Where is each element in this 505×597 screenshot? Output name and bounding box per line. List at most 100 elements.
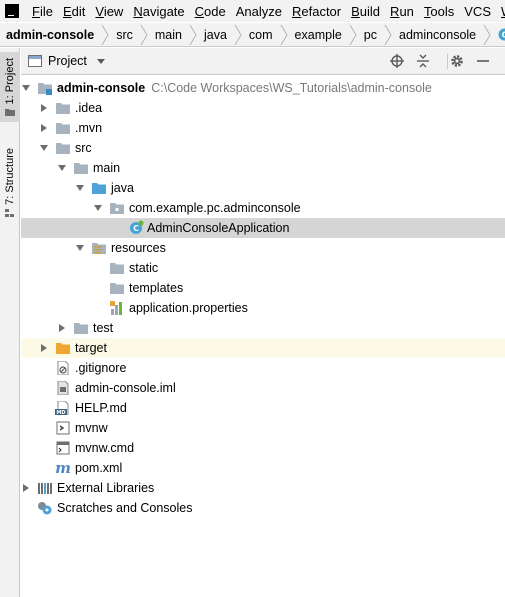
expanded-arrow-icon[interactable] (40, 144, 48, 152)
menu-view[interactable]: View (95, 4, 123, 19)
menu-file[interactable]: File (32, 4, 53, 19)
breadcrumb-item[interactable]: example (295, 23, 342, 46)
menu-refactor[interactable]: Refactor (292, 4, 341, 19)
source-folder-icon (92, 183, 106, 194)
menu-vcs[interactable]: VCS (464, 4, 491, 19)
breadcrumb-item[interactable]: adminconsole (399, 23, 476, 46)
tree-row-mvn[interactable]: .mvn (21, 118, 505, 138)
menu-edit[interactable]: Edit (63, 4, 85, 19)
tree-label: .gitignore (75, 361, 127, 375)
tree-row-scratches[interactable]: Scratches and Consoles (21, 498, 505, 518)
tab-project[interactable]: 1: Project (0, 52, 20, 122)
tree-row-idea[interactable]: .idea (21, 98, 505, 118)
tree-row-mvnw-cmd[interactable]: mvnw.cmd (21, 438, 505, 458)
tree-label: AdminConsoleApplication (147, 221, 290, 235)
folder-icon (56, 143, 70, 154)
breadcrumb-item[interactable]: CAdminCo (498, 23, 505, 46)
tree-label: target (75, 341, 107, 355)
menu-run[interactable]: Run (390, 4, 414, 19)
svg-text:C: C (133, 224, 139, 233)
expanded-arrow-icon[interactable] (76, 184, 84, 192)
breadcrumb-item[interactable]: src (116, 23, 133, 46)
folder-icon (56, 103, 70, 114)
collapsed-arrow-icon[interactable] (40, 104, 48, 112)
expanded-arrow-icon[interactable] (76, 244, 84, 252)
folder-icon (74, 163, 88, 174)
tree-row-pom[interactable]: m pom.xml (21, 458, 505, 478)
menu-code[interactable]: Code (195, 4, 226, 19)
tree-label: admin-console C:\Code Workspaces\WS_Tutor… (57, 81, 432, 95)
tree-row-package[interactable]: com.example.pc.adminconsole (21, 198, 505, 218)
shell-script-icon (56, 421, 70, 435)
tree-row-test[interactable]: test (21, 318, 505, 338)
tree-label: com.example.pc.adminconsole (129, 201, 301, 215)
tree-row-resources[interactable]: resources (21, 238, 505, 258)
library-icon (38, 483, 52, 494)
locate-icon[interactable] (390, 54, 404, 68)
breadcrumb-separator-icon (234, 24, 242, 45)
package-icon (110, 203, 124, 214)
gear-icon[interactable] (450, 54, 464, 68)
folder-icon (110, 283, 124, 294)
menu-wi[interactable]: Wi (501, 4, 505, 19)
tree-row-help[interactable]: MD HELP.md (21, 398, 505, 418)
tree-row-application-properties[interactable]: application.properties (21, 298, 505, 318)
project-view-icon (28, 55, 42, 67)
menu-label-rest: ools (430, 3, 455, 19)
menu-label-rest: avigate (142, 3, 185, 19)
divider (447, 54, 448, 69)
collapsed-arrow-icon[interactable] (40, 344, 48, 352)
tree-row-static[interactable]: static (21, 258, 505, 278)
menu-bar: File Edit View Navigate Code Analyze Refactor B… (0, 0, 505, 22)
collapse-all-icon[interactable] (416, 54, 430, 68)
expanded-arrow-icon[interactable] (94, 204, 102, 212)
menu-build[interactable]: Build (351, 4, 380, 19)
project-panel-header: Project (21, 48, 505, 75)
tree-label: Scratches and Consoles (57, 501, 193, 515)
tree-row-mvnw[interactable]: mvnw (21, 418, 505, 438)
intellij-logo-icon (5, 4, 19, 18)
tree-row-external-libraries[interactable]: External Libraries (21, 478, 505, 498)
breadcrumb-label: adminconsole (399, 27, 477, 42)
panel-title[interactable]: Project (48, 54, 87, 68)
breadcrumb: admin-console src main java com example pc admi… (0, 23, 505, 47)
menu-mnemonic: N (133, 3, 143, 19)
breadcrumb-item[interactable]: java (204, 23, 227, 46)
tree-row-gitignore[interactable]: .gitignore (21, 358, 505, 378)
tree-row-src[interactable]: src (21, 138, 505, 158)
tree-row-main[interactable]: main (21, 158, 505, 178)
tree-label: resources (111, 241, 166, 255)
tree-row-templates[interactable]: templates (21, 278, 505, 298)
tree-label: static (129, 261, 159, 275)
breadcrumb-label: example (294, 27, 342, 42)
menu-mnemonic: E (62, 3, 72, 19)
menu-navigate[interactable]: Navigate (133, 4, 184, 19)
breadcrumb-item[interactable]: com (249, 23, 273, 46)
tree-row-admin-console[interactable]: admin-console C:\Code Workspaces\WS_Tutor… (21, 78, 505, 98)
resources-folder-icon (92, 243, 106, 254)
tab-structure[interactable]: 7: Structure (0, 144, 20, 220)
tree-label: pom.xml (75, 461, 123, 475)
collapsed-arrow-icon[interactable] (58, 324, 66, 332)
breadcrumb-item[interactable]: pc (364, 23, 377, 46)
minimize-icon[interactable] (476, 54, 490, 68)
tree-row-target[interactable]: target (21, 338, 505, 358)
collapsed-arrow-icon[interactable] (22, 484, 30, 492)
breadcrumb-label: java (203, 27, 227, 42)
tree-row-java[interactable]: java (21, 178, 505, 198)
collapsed-arrow-icon[interactable] (40, 124, 48, 132)
tree-row-iml[interactable]: admin-console.iml (21, 378, 505, 398)
menu-analyze[interactable]: Analyze (236, 4, 282, 19)
menu-tools[interactable]: Tools (424, 4, 454, 19)
breadcrumb-item[interactable]: main (155, 23, 182, 46)
tree-label: application.properties (129, 301, 248, 315)
chevron-down-icon[interactable] (96, 58, 105, 64)
breadcrumb-item[interactable]: admin-console (6, 23, 94, 46)
expanded-arrow-icon[interactable] (58, 164, 66, 172)
tree-label: HELP.md (75, 401, 127, 415)
menu-mnemonic: F (32, 3, 40, 19)
expanded-arrow-icon[interactable] (22, 84, 30, 92)
project-tree: admin-console C:\Code Workspaces\WS_Tutor… (21, 76, 505, 597)
tree-row-admin-console-application[interactable]: C AdminConsoleApplication (21, 218, 505, 238)
menu-mnemonic: C (194, 3, 205, 19)
